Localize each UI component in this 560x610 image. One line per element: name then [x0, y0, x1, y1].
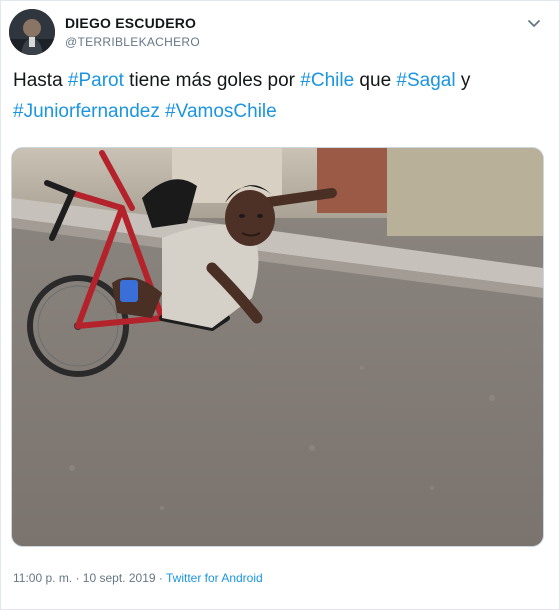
- tweet-footer: 11:00 p. m. · 10 sept. 2019 · Twitter fo…: [13, 571, 263, 585]
- avatar[interactable]: [9, 9, 55, 55]
- tweet-text-segment: Hasta: [13, 70, 68, 91]
- tweet-text-segment: y: [455, 70, 471, 91]
- author-handle[interactable]: @TERRIBLEKACHERO: [65, 35, 200, 49]
- tweet-source-link[interactable]: Twitter for Android: [166, 571, 263, 585]
- hashtag-link[interactable]: #Juniorfernandez: [13, 101, 160, 122]
- photo-illustration: [12, 148, 543, 546]
- hashtag-link[interactable]: #Parot: [68, 70, 124, 91]
- tweet-card: DIEGO ESCUDERO @TERRIBLEKACHERO Hasta #P…: [0, 0, 560, 610]
- tweet-text-segment: tiene más goles por: [123, 70, 301, 91]
- tweet-header: DIEGO ESCUDERO @TERRIBLEKACHERO: [9, 9, 551, 57]
- tweet-timestamp[interactable]: 11:00 p. m. · 10 sept. 2019 ·: [13, 571, 166, 585]
- chevron-down-icon[interactable]: [527, 17, 541, 31]
- tweet-text-segment: que: [354, 70, 397, 91]
- author-name[interactable]: DIEGO ESCUDERO: [65, 15, 196, 31]
- tweet-photo[interactable]: [11, 147, 544, 547]
- user-avatar-icon: [9, 9, 55, 55]
- tweet-text: Hasta #Parot tiene más goles por #Chile …: [13, 65, 543, 127]
- hashtag-link[interactable]: #VamosChile: [165, 101, 277, 122]
- hashtag-link[interactable]: #Sagal: [396, 70, 455, 91]
- hashtag-link[interactable]: #Chile: [300, 70, 354, 91]
